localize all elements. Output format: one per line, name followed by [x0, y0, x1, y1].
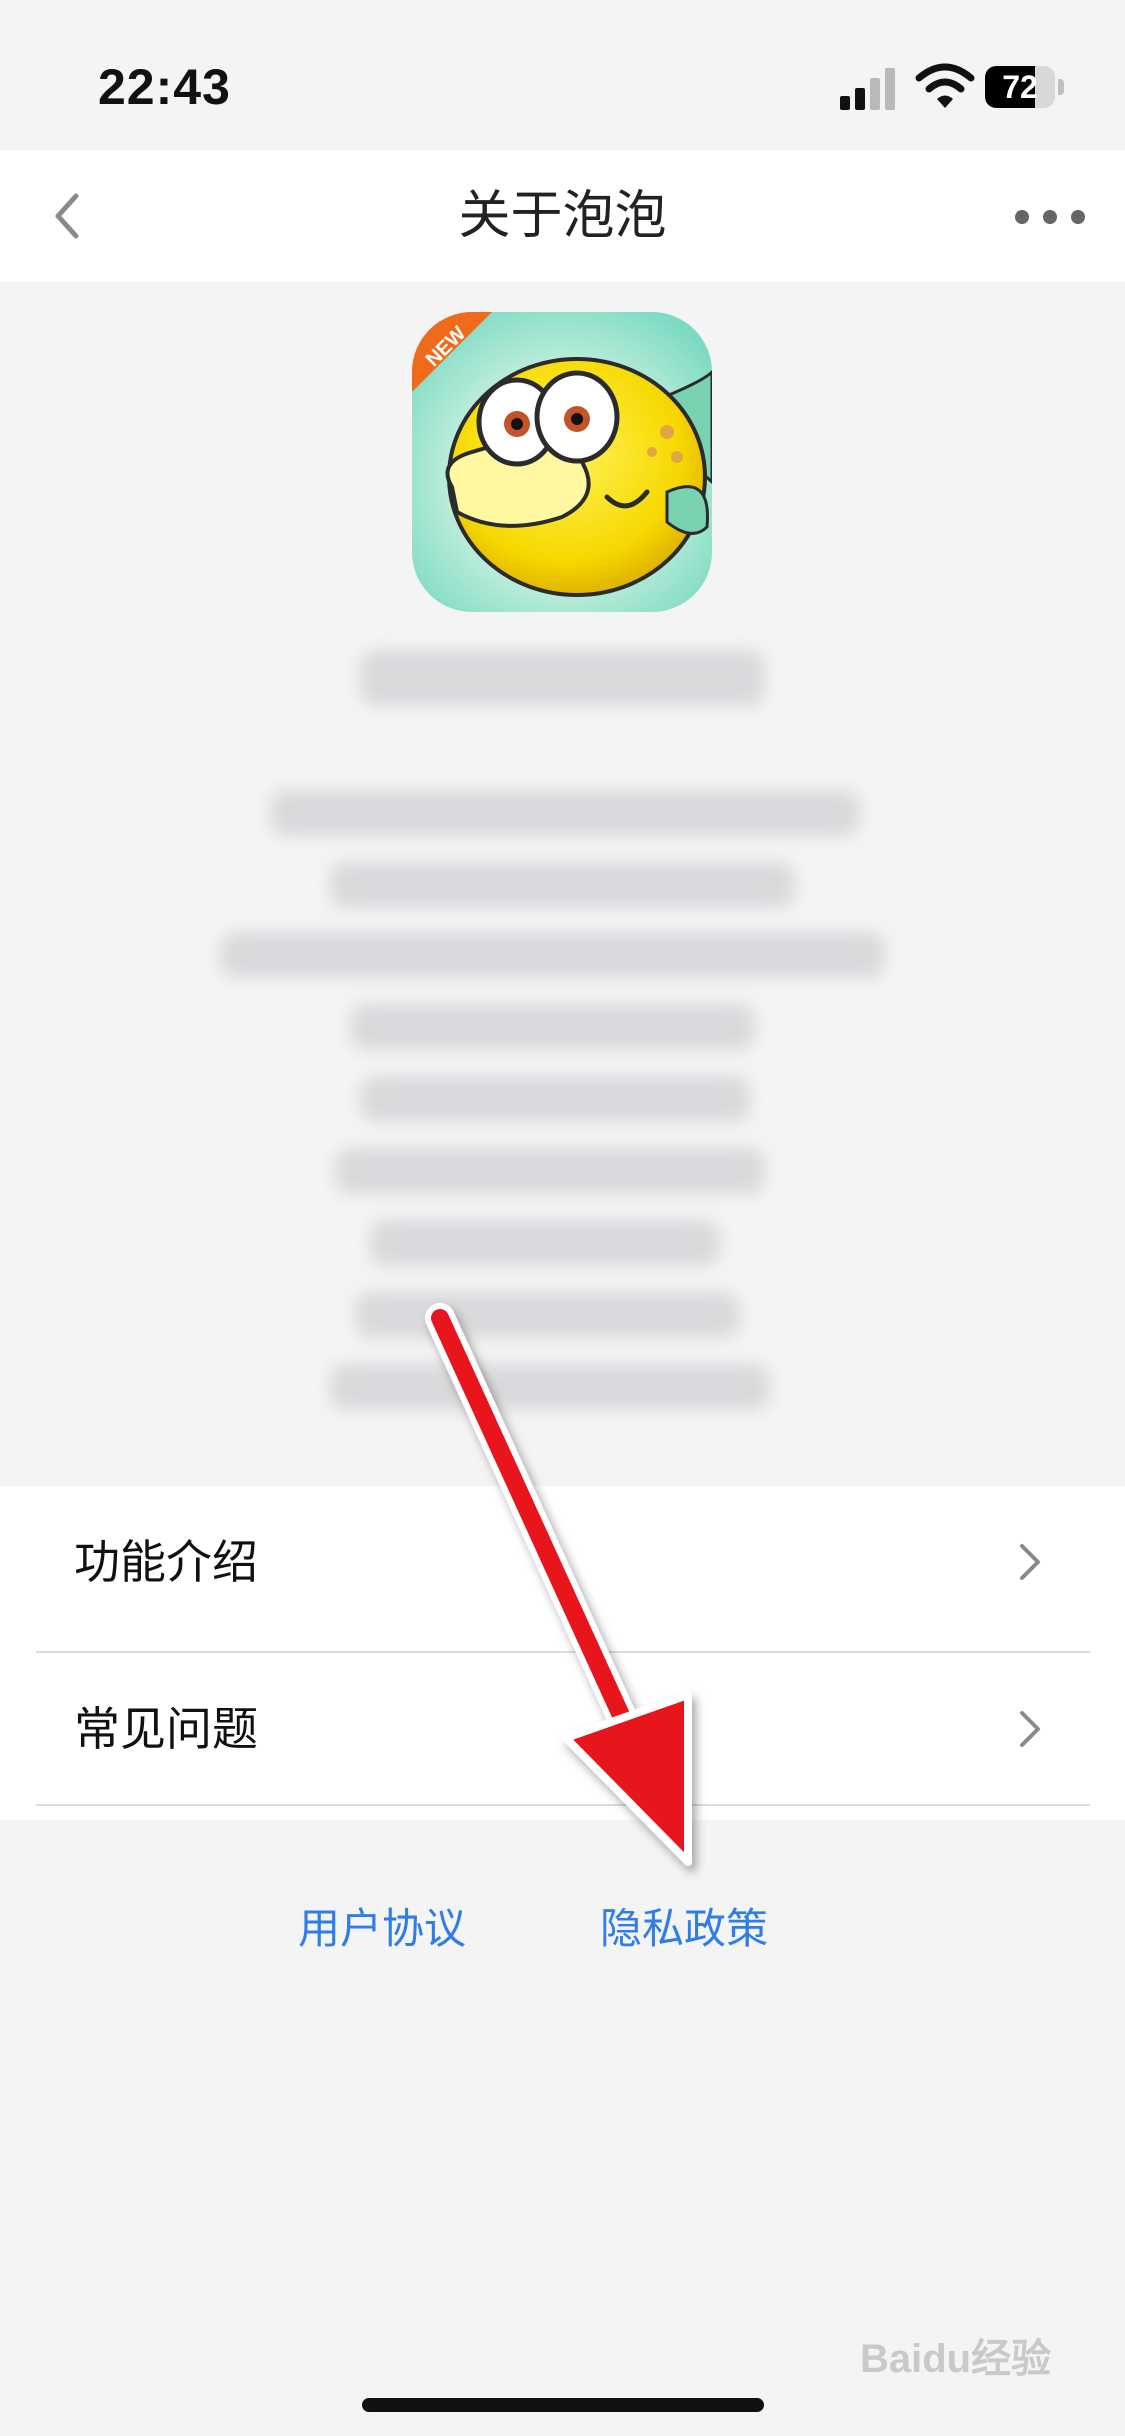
battery-body: 72 [985, 66, 1055, 108]
redacted-app-name [360, 650, 765, 706]
more-dots-icon[interactable] [1010, 200, 1090, 234]
menu-item-label: 功能介绍 [74, 1535, 258, 1589]
menu-item-label: 常见问题 [74, 1702, 258, 1756]
redacted-info-line [370, 1220, 720, 1266]
redacted-info-line [330, 862, 795, 908]
nav-bar: 关于泡泡 [0, 150, 1125, 282]
redacted-info-line [355, 1292, 740, 1338]
menu-item-features[interactable]: 功能介绍 [36, 1486, 1090, 1638]
page-title: 关于泡泡 [458, 186, 667, 246]
home-indicator [362, 2398, 764, 2412]
redacted-info-line [335, 1148, 765, 1194]
redacted-info-line [350, 1004, 755, 1050]
redacted-info-line [270, 790, 860, 836]
status-time: 22:43 [98, 59, 231, 115]
redacted-info-line [360, 1076, 750, 1122]
cellular-signal-icon [840, 68, 895, 110]
settings-menu: 功能介绍 常见问题 [0, 1486, 1125, 1820]
chevron-left-icon[interactable] [40, 186, 100, 246]
app-icon: NEW [412, 312, 712, 612]
divider [36, 1804, 1090, 1806]
redacted-info-line [220, 932, 885, 978]
battery-level: 72 [1002, 69, 1038, 105]
chevron-right-icon [1020, 1544, 1040, 1580]
yellow-fish-icon: NEW [412, 312, 712, 612]
chevron-right-icon [1020, 1711, 1040, 1747]
user-agreement-link[interactable]: 用户协议 [298, 1895, 466, 1956]
battery-icon: 72 [985, 66, 1065, 110]
redacted-info-line [330, 1364, 770, 1410]
battery-nub [1058, 79, 1064, 95]
status-bar: 22:43 72 [0, 0, 1125, 150]
menu-item-faq[interactable]: 常见问题 [36, 1653, 1090, 1805]
wifi-icon [915, 63, 975, 108]
watermark: Baidu经验 [860, 2337, 1052, 2381]
privacy-policy-link[interactable]: 隐私政策 [600, 1895, 768, 1956]
